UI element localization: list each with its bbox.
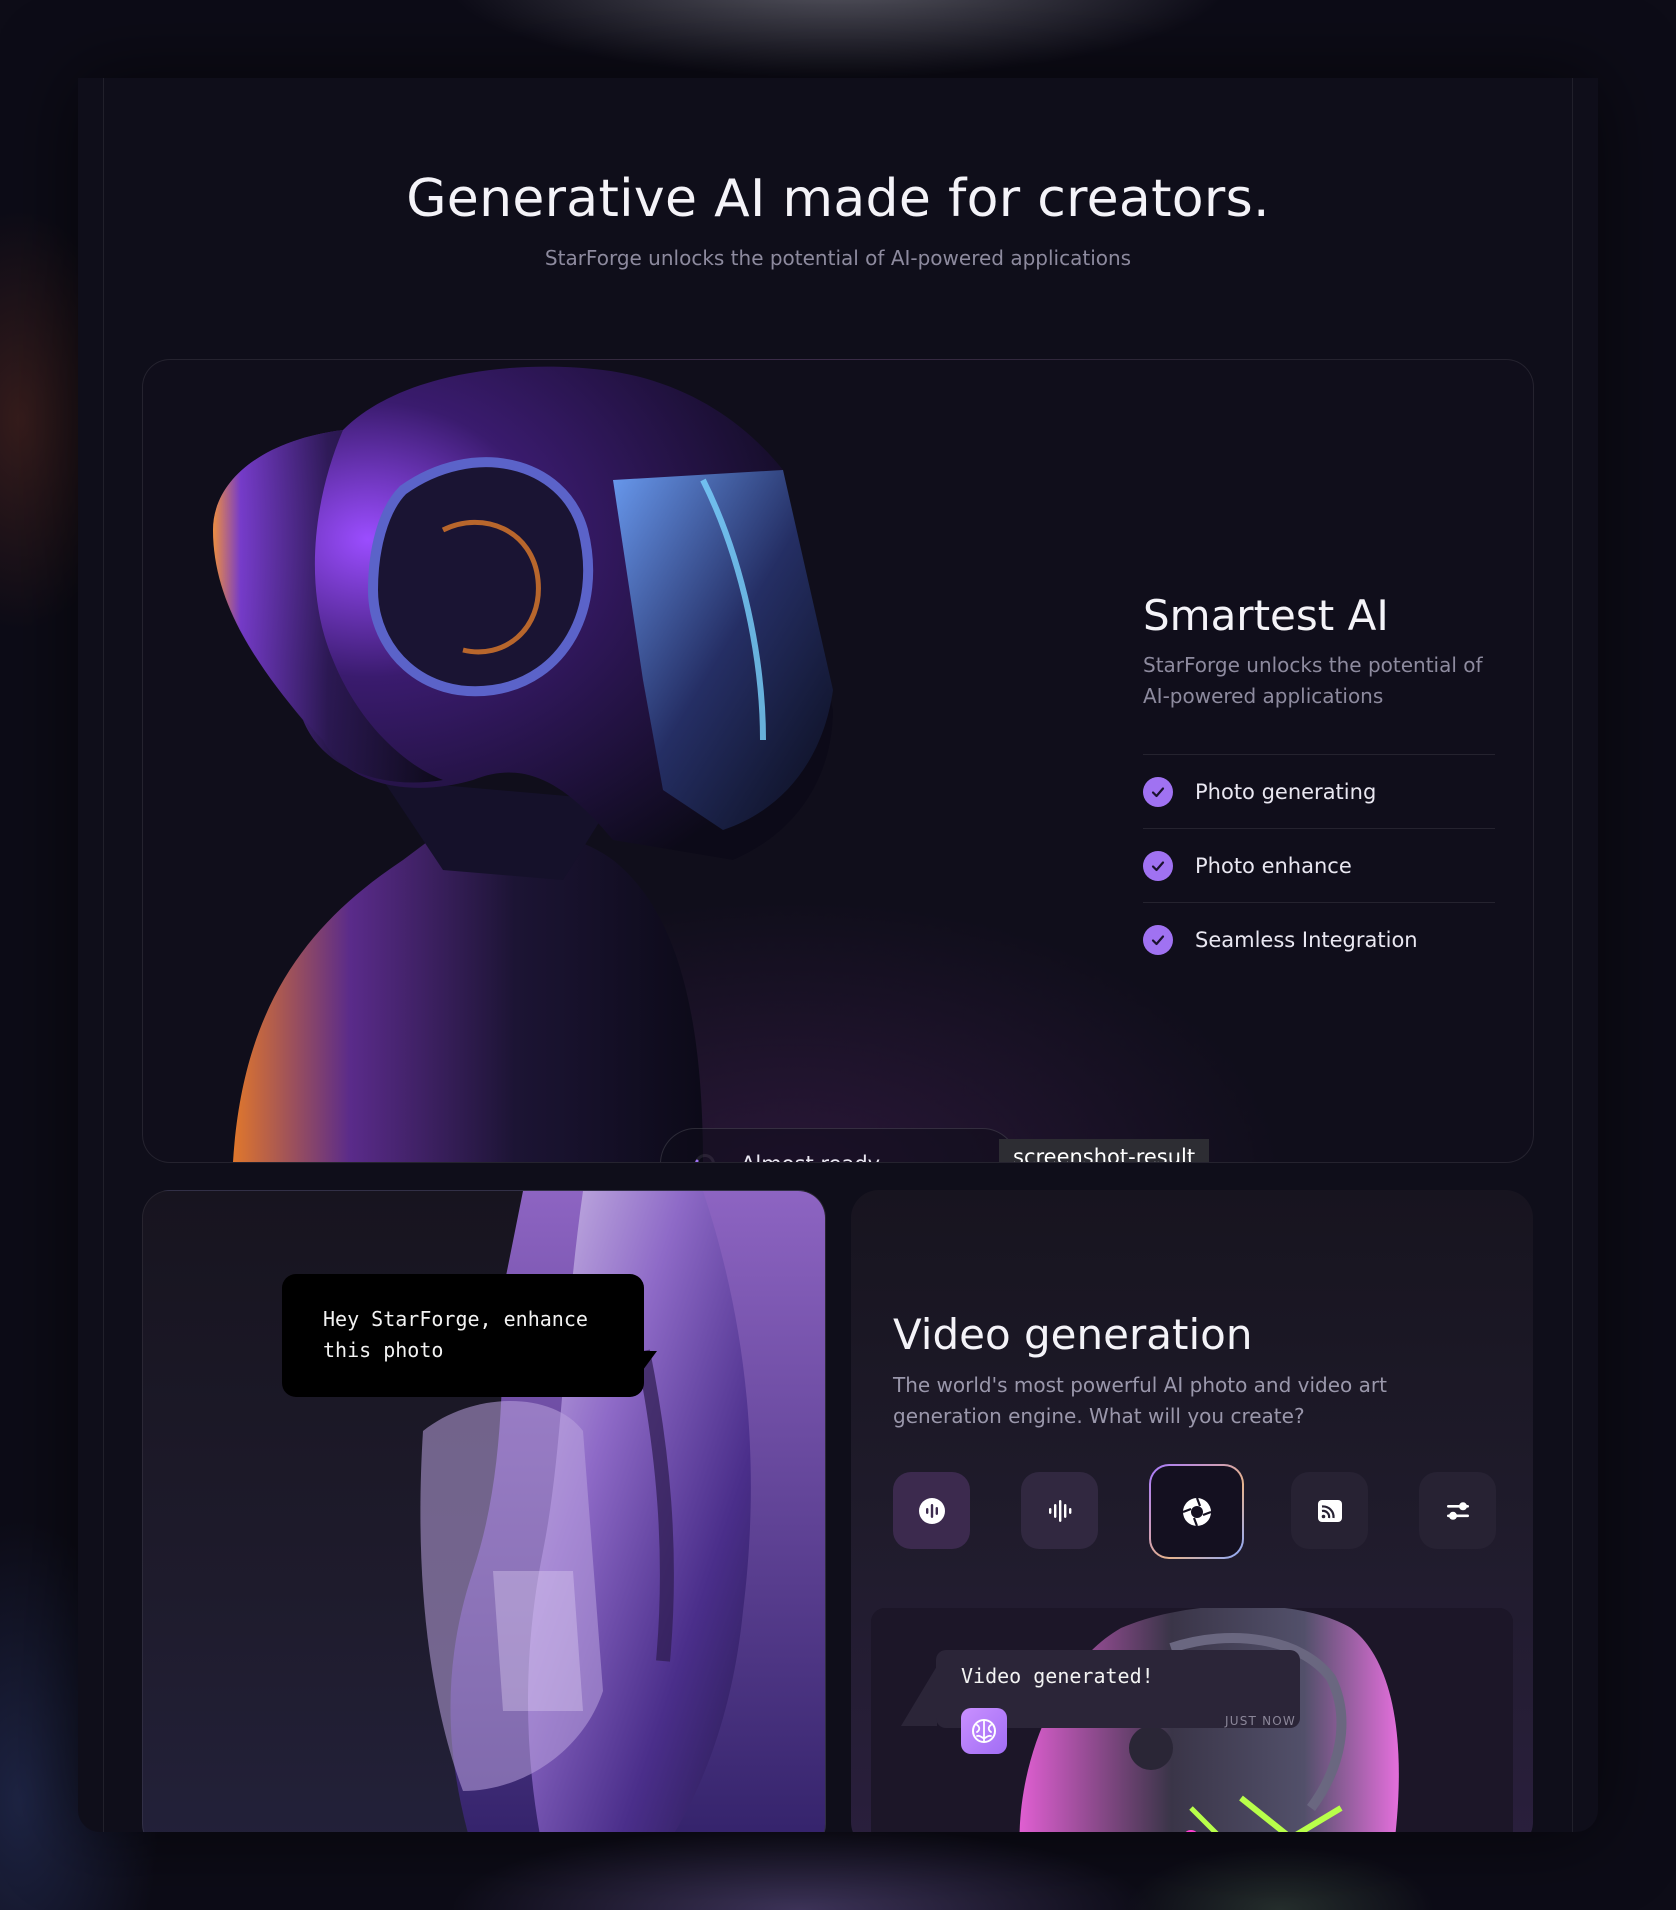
camera-lens-icon: [1182, 1497, 1211, 1526]
brain-icon: [972, 1719, 996, 1743]
audio-wave-circle-icon: [918, 1497, 945, 1524]
feature-item: Photo enhance: [1143, 828, 1495, 902]
prompt-text: Hey StarForge, enhance this photo: [323, 1307, 588, 1362]
audio-wave-circle-button[interactable]: [893, 1472, 970, 1549]
check-icon: [1143, 924, 1173, 955]
sliders-button[interactable]: [1419, 1472, 1496, 1549]
feature-item: Photo generating: [1143, 754, 1495, 828]
check-icon: [1143, 850, 1173, 881]
screenshot-tooltip: screenshot-result: [999, 1139, 1210, 1162]
hero-subtitle: StarForge unlocks the potential of AI-po…: [544, 246, 1132, 270]
notification-time: JUST NOW: [1225, 1714, 1296, 1728]
enhance-photo-card: Hey StarForge, enhance this photo: [142, 1190, 826, 1832]
cast-button[interactable]: [1291, 1472, 1368, 1549]
spinner-icon: [695, 1153, 715, 1162]
landing-page: Generative AI made for creators. StarFor…: [78, 78, 1598, 1832]
feature-item: Seamless Integration: [1143, 902, 1495, 976]
equalizer-icon: [1048, 1499, 1071, 1522]
video-generation-card: Video generation The world's most powerf…: [851, 1190, 1533, 1832]
check-icon: [1143, 776, 1173, 807]
smartest-ai-card: Smartest AI StarForge unlocks the potent…: [142, 359, 1534, 1163]
tool-selector: [893, 1464, 1497, 1559]
notification-tail: [901, 1666, 937, 1726]
sliders-icon: [1446, 1501, 1469, 1520]
assistant-avatar: [961, 1708, 1007, 1754]
camera-lens-button[interactable]: [1149, 1464, 1244, 1559]
smartest-ai-title: Smartest AI: [1143, 590, 1389, 640]
status-pill: Almost ready...: [660, 1128, 1018, 1163]
feature-list: Photo generating Photo enhance Seamless …: [1143, 754, 1495, 976]
equalizer-button[interactable]: [1021, 1472, 1098, 1549]
video-generation-description: The world's most powerful AI photo and v…: [893, 1373, 1387, 1428]
feature-label: Photo enhance: [1195, 853, 1352, 878]
feature-label: Photo generating: [1195, 779, 1377, 804]
video-preview: Video generated! JUST NOW: [871, 1608, 1513, 1832]
smartest-ai-description: StarForge unlocks the potential of AI-po…: [1143, 653, 1483, 708]
notification-text: Video generated!: [961, 1664, 1154, 1688]
cast-icon: [1317, 1499, 1342, 1522]
guide-line-left: [103, 78, 104, 1832]
hero-title: Generative AI made for creators.: [406, 168, 1270, 229]
helmet-figure-image: [213, 366, 833, 1162]
guide-line-right: [1572, 78, 1573, 1832]
feature-label: Seamless Integration: [1195, 927, 1418, 952]
status-text: Almost ready...: [741, 1152, 897, 1163]
video-generation-title: Video generation: [893, 1309, 1253, 1359]
